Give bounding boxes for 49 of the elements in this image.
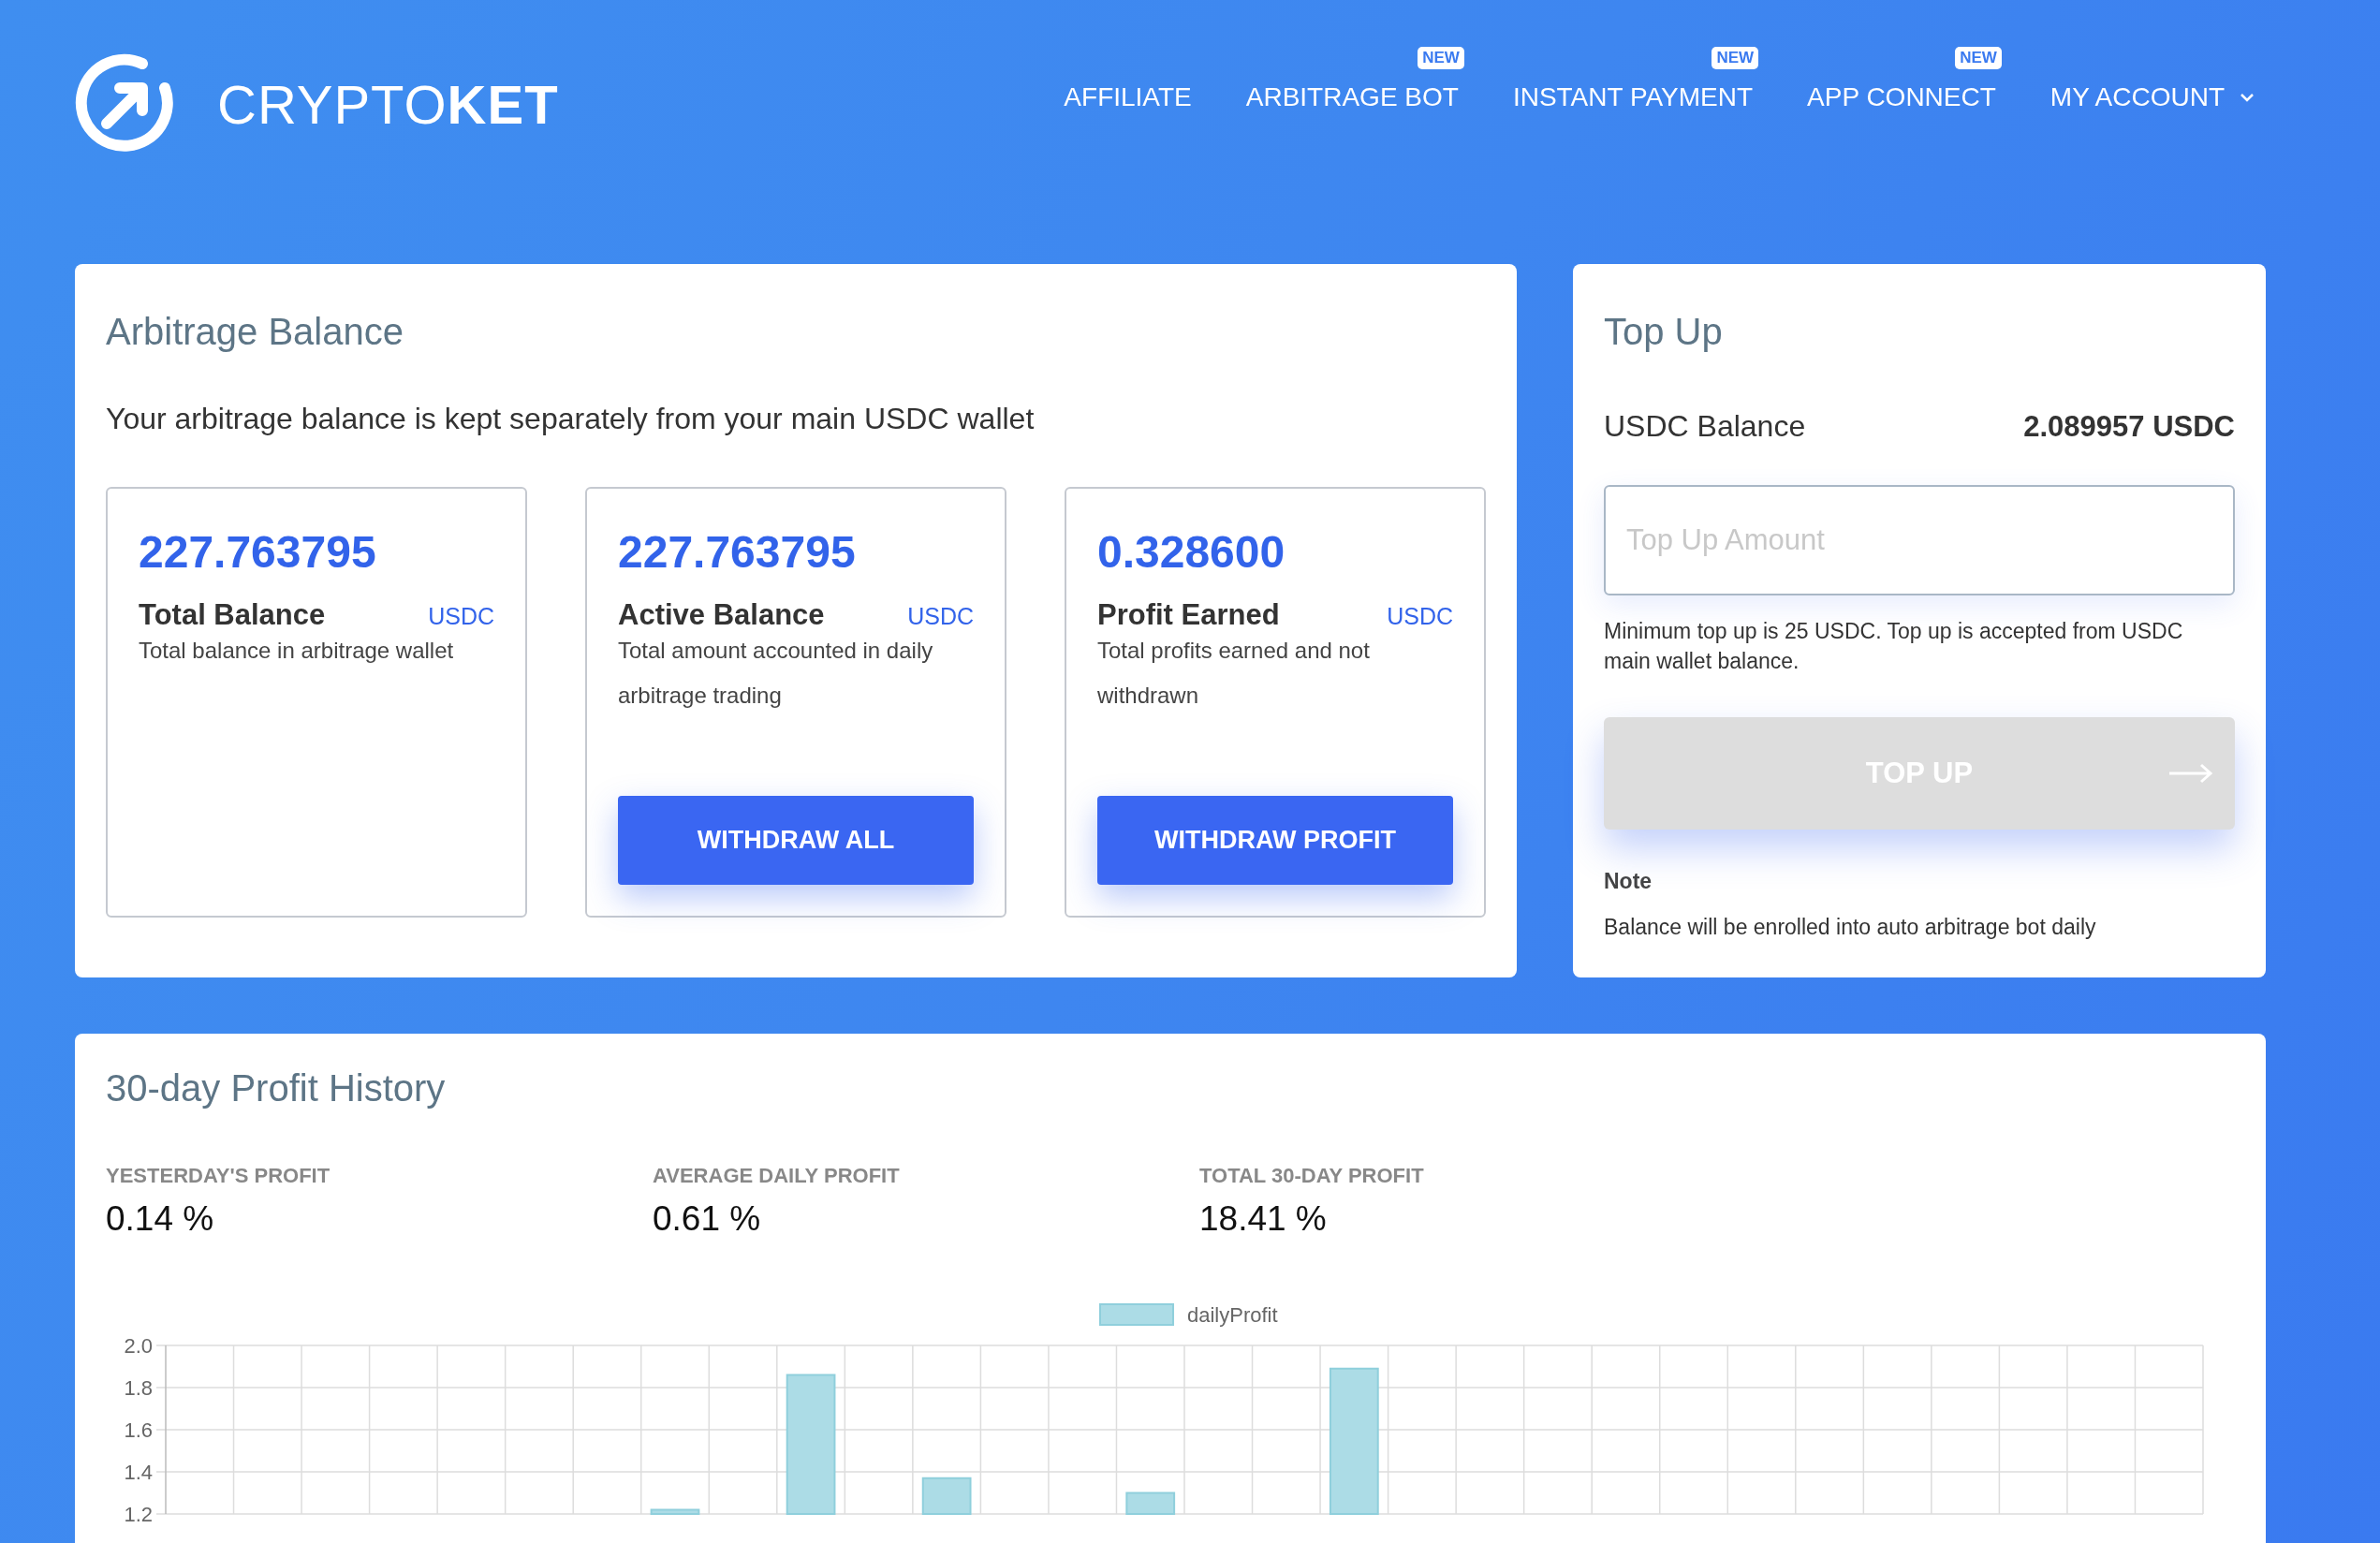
currency-unit: USDC <box>1387 603 1453 630</box>
currency-unit: USDC <box>428 603 494 630</box>
currency-unit: USDC <box>907 603 974 630</box>
profit-bar <box>650 1508 700 1515</box>
stat-value: 18.41 % <box>1199 1199 1328 1239</box>
balance-amount: 0.328600 <box>1097 526 1286 578</box>
balance-label: Active Balance <box>618 598 825 632</box>
y-tick-label: 2.0 <box>124 1334 153 1358</box>
new-badge: NEW <box>1418 47 1464 69</box>
card-title: Arbitrage Balance <box>106 311 404 353</box>
nav-link[interactable]: INSTANT PAYMENT <box>1512 82 1754 112</box>
balance-description: Total profits earned and not withdrawn <box>1097 637 1371 710</box>
balance-label: Total Balance <box>139 598 326 632</box>
card-title: Top Up <box>1604 311 1724 353</box>
y-tick-label: 1.2 <box>124 1503 153 1526</box>
balance-description: Total balance in arbitrage wallet <box>139 637 455 665</box>
profit-bar <box>921 1477 972 1515</box>
nav-link[interactable]: ARBITRAGE BOT <box>1245 82 1459 112</box>
hint-text: Minimum top up is 25 USDC. Top up is accepted from USDC main wallet balance. <box>1604 618 2184 675</box>
balance-value: 2.089957 USDC <box>2023 410 2235 444</box>
y-tick-label: 1.4 <box>124 1461 153 1484</box>
stat-value: 0.14 % <box>106 1199 215 1239</box>
balance-amount: 227.763795 <box>618 526 857 578</box>
profit-bar <box>1125 1492 1176 1515</box>
chevron-down-icon <box>2240 93 2255 102</box>
nav-link[interactable]: AFFILIATE <box>1064 82 1192 112</box>
balance-amount: 227.763795 <box>139 526 377 578</box>
brand-name: CRYPTOKET <box>217 72 559 136</box>
card-title: 30-day Profit History <box>106 1067 447 1109</box>
y-tick-label: 1.8 <box>124 1376 153 1400</box>
y-tick-label: 1.6 <box>124 1418 153 1442</box>
withdraw-button[interactable]: WITHDRAW ALL <box>618 796 974 885</box>
balance-description: Total amount accounted in daily arbitrage trading <box>618 637 934 710</box>
card-subtitle: Your arbitrage balance is kept separately from your main USDC wallet <box>106 402 1036 436</box>
arrow-right-icon <box>2167 762 2214 785</box>
withdraw-button[interactable]: WITHDRAW PROFIT <box>1097 796 1453 885</box>
note-text: Balance will be enrolled into auto arbitrage bot daily <box>1604 915 2097 940</box>
stat-label: AVERAGE DAILY PROFIT <box>653 1164 901 1188</box>
balance-label: USDC Balance <box>1604 409 1806 444</box>
legend-label: dailyProfit <box>1187 1303 1278 1327</box>
stat-value: 0.61 % <box>653 1199 762 1239</box>
new-badge: NEW <box>1712 47 1759 69</box>
note-title: Note <box>1604 869 1653 894</box>
balance-label: Profit Earned <box>1097 598 1280 632</box>
new-badge: NEW <box>1955 47 2002 69</box>
stat-label: YESTERDAY'S PROFIT <box>106 1164 331 1188</box>
account-menu[interactable]: MY ACCOUNT <box>2049 82 2255 112</box>
nav-link[interactable]: APP CONNECT <box>1807 82 1996 112</box>
stat-label: TOTAL 30-DAY PROFIT <box>1199 1164 1425 1188</box>
